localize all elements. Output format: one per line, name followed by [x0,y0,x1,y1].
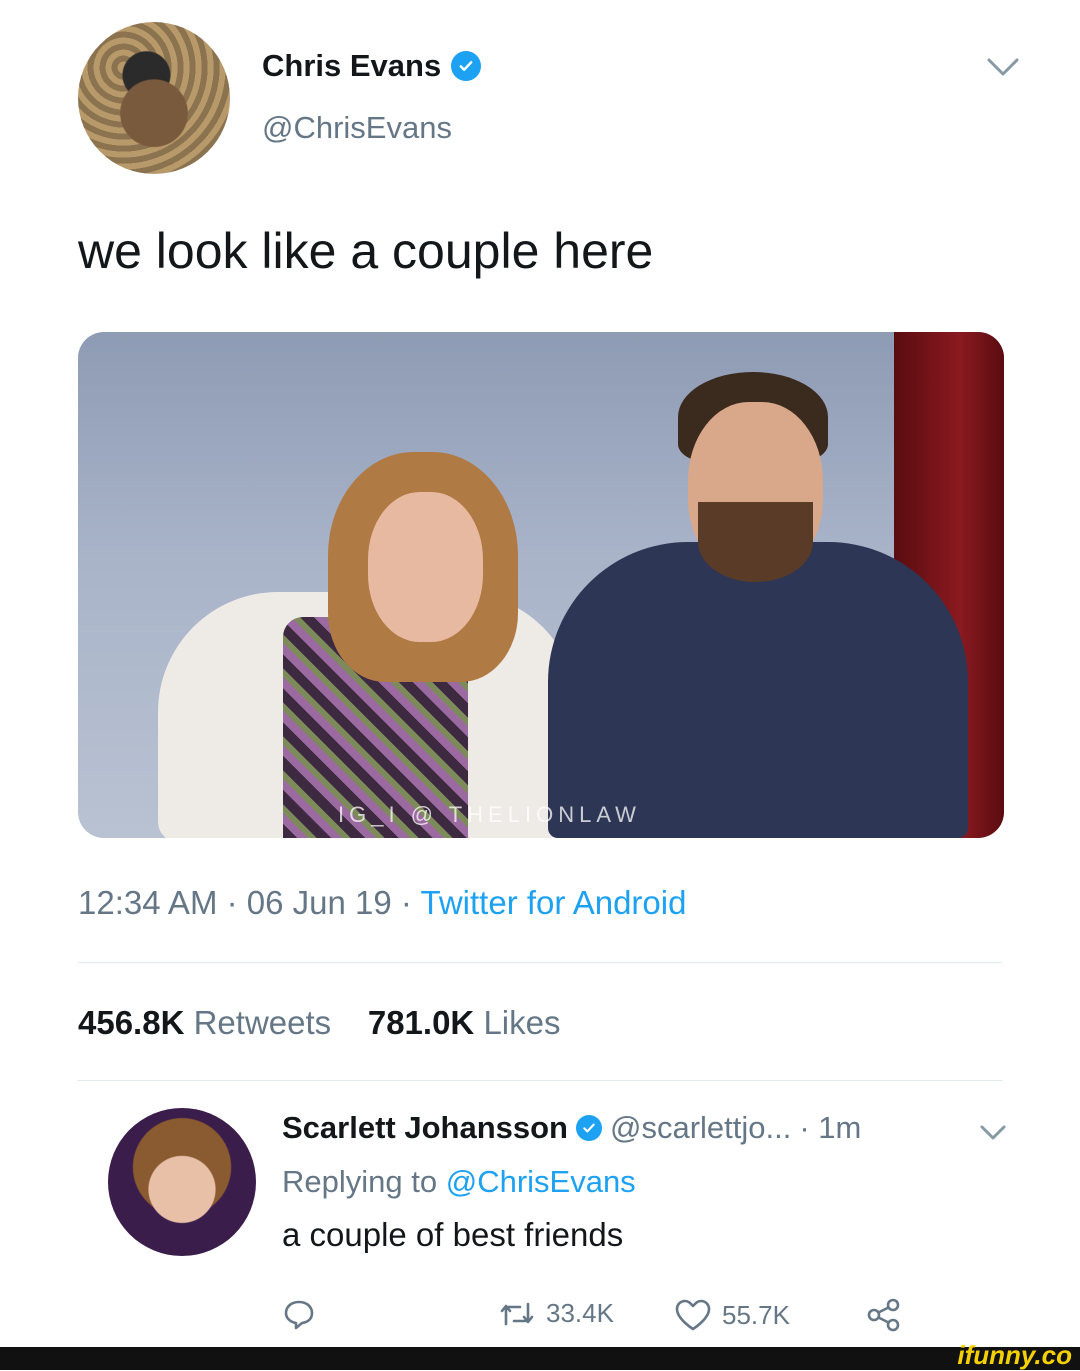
photo-figure-right-shirt [548,542,968,838]
replying-label: Replying to [282,1164,438,1199]
reply-action-button[interactable] [282,1298,316,1330]
ifunny-watermark: ifunny.co [957,1340,1072,1370]
reply-avatar[interactable] [108,1108,256,1256]
tweet-time: 12:34 AM [78,884,218,921]
like-action-button[interactable]: 55.7K [674,1298,790,1332]
likes-count: 781.0K [367,1004,475,1041]
verified-badge-icon [575,1115,602,1141]
reply-author-handle[interactable]: @scarlettjo... [610,1110,791,1146]
retweet-count: 33.4K [546,1298,614,1328]
tweet-meta: 12:34 AM · 06 Jun 19 · Twitter for Andro… [78,884,686,922]
tweet-source-link[interactable]: Twitter for Android [421,884,687,921]
retweets-count: 456.8K [78,1004,185,1041]
retweets-stat[interactable]: 456.8K Retweets [78,1004,340,1041]
divider [78,962,1002,963]
author-avatar[interactable] [78,22,230,174]
divider [78,1080,1002,1081]
tweet-date: 06 Jun 19 [246,884,392,921]
photo-figure-left-face [368,492,483,642]
author-name-row[interactable]: Chris Evans [262,48,482,84]
retweet-action-button[interactable]: 33.4K [498,1298,614,1329]
likes-label: Likes [483,1004,561,1041]
footer-bar [0,1347,1080,1370]
meta-separator: · [226,884,238,921]
chevron-down-icon[interactable] [978,1122,1008,1144]
photo-figure-right-beard [698,502,813,582]
retweet-icon [500,1302,534,1325]
like-icon [675,1299,711,1331]
verified-badge-icon [451,51,482,81]
chevron-down-icon[interactable] [985,56,1021,80]
reply-author-name[interactable]: Scarlett Johansson [282,1110,568,1146]
replying-to-handle[interactable]: @ChrisEvans [446,1164,636,1199]
tweet-stats: 456.8K Retweets 781.0K Likes [78,1004,560,1042]
tweet-photo[interactable]: IG_I @ THELIONLAW [78,332,1004,838]
photo-watermark: IG_I @ THELIONLAW [338,802,641,827]
share-action-button[interactable] [866,1298,902,1332]
reply-text: a couple of best friends [282,1216,624,1253]
replying-to: Replying to @ChrisEvans [282,1164,636,1200]
meta-separator: · [400,884,412,921]
likes-stat[interactable]: 781.0K Likes [368,1004,561,1041]
retweets-label: Retweets [193,1004,332,1041]
reply-age: · 1m [799,1110,862,1145]
reply-icon [284,1300,314,1330]
tweet-text: we look like a couple here [78,223,654,279]
like-count: 55.7K [722,1299,790,1330]
share-icon [867,1298,900,1332]
reply-header: Scarlett Johansson @scarlettjo... · 1m [282,1110,861,1146]
author-handle[interactable]: @ChrisEvans [262,110,452,146]
author-name[interactable]: Chris Evans [262,48,441,84]
